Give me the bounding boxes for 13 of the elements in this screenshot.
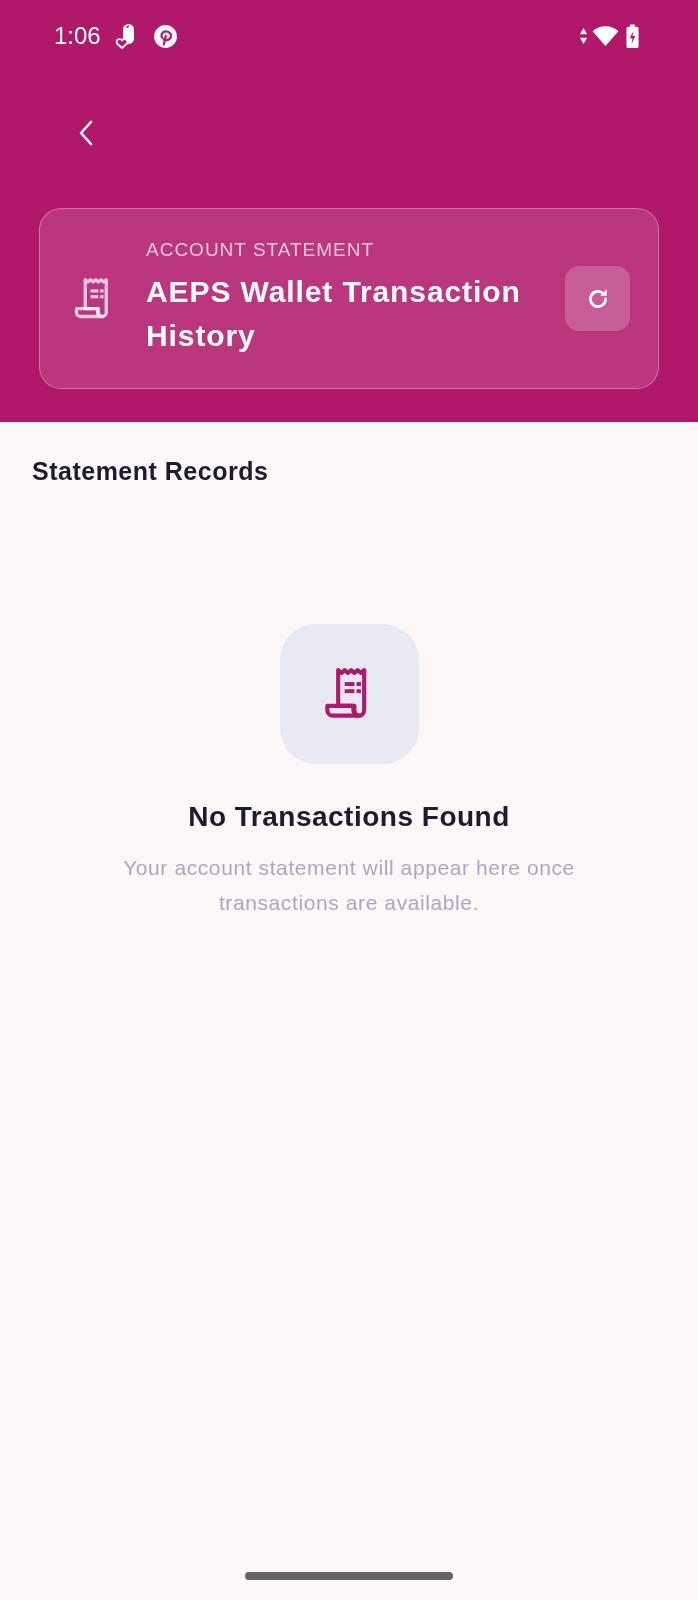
status-time: 1:06: [54, 22, 101, 50]
page-title: AEPS Wallet Transaction History: [146, 274, 522, 354]
circle-logo-icon: [152, 23, 178, 49]
card-eyebrow: ACCOUNT STATEMENT: [146, 239, 376, 261]
section-title: Statement Records: [32, 456, 269, 486]
data-arrows-icon: [579, 27, 588, 45]
refresh-button[interactable]: [565, 266, 630, 331]
back-icon: [79, 120, 93, 146]
empty-state-title: No Transactions Found: [188, 800, 510, 834]
empty-state-message: Your account statement will appear here once transactions are available.: [122, 855, 576, 916]
wifi-icon: [592, 25, 619, 47]
battery-charging-icon: [626, 23, 639, 49]
capsule-heart-icon: [114, 23, 137, 49]
